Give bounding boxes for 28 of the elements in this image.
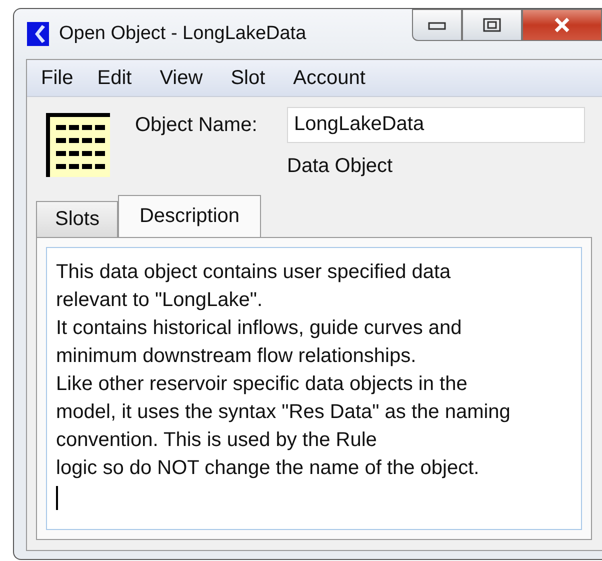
- description-line: Like other reservoir specific data objects in the: [56, 372, 468, 397]
- description-line: It contains historical inflows, guide curves and: [56, 316, 462, 341]
- close-button[interactable]: [522, 9, 602, 41]
- description-line: This data object contains user specified data: [56, 260, 451, 285]
- app-icon: [27, 22, 49, 46]
- description-line: minimum downstream flow relationships.: [56, 344, 416, 369]
- close-icon: [553, 17, 571, 33]
- description-line: model, it uses the syntax "Res Data" as the naming: [56, 400, 510, 425]
- maximize-icon: [483, 18, 501, 32]
- menu-item[interactable]: View: [160, 66, 203, 90]
- maximize-button[interactable]: [462, 9, 522, 41]
- menu-item[interactable]: Slot: [230, 66, 266, 90]
- minimize-icon: [428, 20, 446, 30]
- description-line: logic so do NOT change the name of the object.: [56, 456, 480, 481]
- minimize-button[interactable]: [412, 9, 462, 41]
- object-name-field[interactable]: LongLakeData: [287, 107, 585, 143]
- tab[interactable]: Slots: [36, 201, 118, 237]
- text-cursor: [56, 486, 58, 510]
- menu-item[interactable]: Edit: [97, 66, 132, 90]
- description-line: convention. This is used by the Rule: [56, 428, 377, 453]
- tab[interactable]: Description: [118, 195, 261, 237]
- menu-item[interactable]: File: [41, 66, 74, 90]
- window-title: Open Object - LongLakeData: [59, 23, 306, 45]
- menu-item[interactable]: Account: [293, 66, 366, 90]
- object-type-label: Data Object: [287, 155, 394, 178]
- description-line: relevant to "LongLake".: [56, 288, 263, 313]
- table-icon: [46, 113, 110, 177]
- object-name-label: Object Name:: [135, 114, 258, 136]
